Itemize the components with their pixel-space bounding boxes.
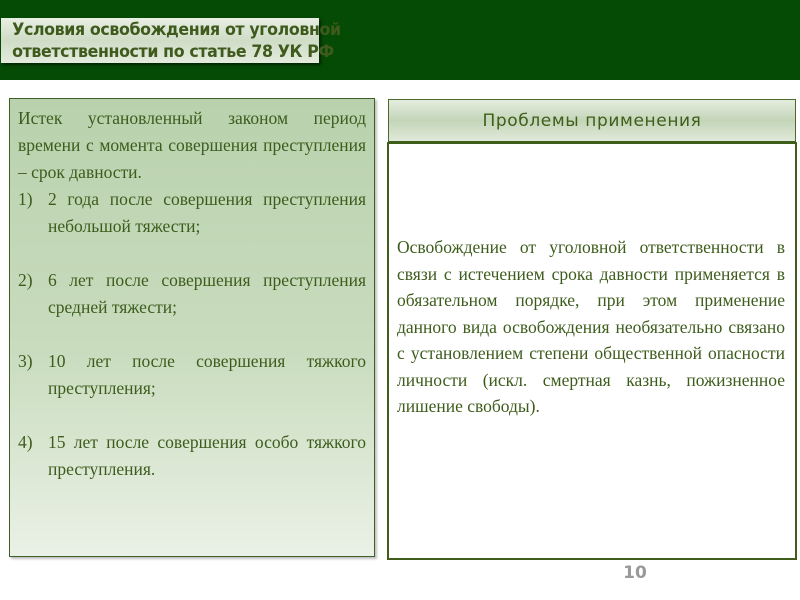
slide-title-line-2: ответственности по статье 78 УК РФ	[12, 42, 334, 62]
list-item: 2) 6 лет после совершения преступления с…	[18, 267, 366, 321]
problems-panel: Освобождение от уголовной ответственност…	[387, 142, 797, 560]
problems-header: Проблемы применения	[388, 99, 796, 143]
list-item: 1) 2 года после совершения преступления …	[18, 186, 366, 240]
list-item: 4) 15 лет после совершения особо тяжкого…	[18, 429, 366, 483]
conditions-intro: Истек установленный законом период време…	[18, 108, 366, 182]
list-item-number: 2)	[18, 270, 33, 290]
list-item: 3) 10 лет после совершения тяжкого прест…	[18, 348, 366, 402]
list-item-text: 15 лет после совершения особо тяжкого пр…	[48, 432, 366, 479]
list-item-text: 6 лет после совершения преступления сред…	[48, 270, 366, 317]
conditions-panel: Истек установленный законом период време…	[9, 98, 375, 557]
list-item-text: 10 лет после совершения тяжкого преступл…	[48, 351, 366, 398]
slide-title-line-1: Условия освобождения от уголовной	[12, 20, 341, 40]
problems-text: Освобождение от уголовной ответственност…	[397, 237, 785, 416]
list-item-number: 3)	[18, 351, 33, 371]
list-item-number: 4)	[18, 432, 33, 452]
list-item-text: 2 года после совершения преступления неб…	[48, 189, 366, 236]
list-item-number: 1)	[18, 189, 33, 209]
page-number: 10	[623, 563, 647, 583]
slide-title: Условия освобождения от уголовной ответс…	[1, 18, 341, 63]
